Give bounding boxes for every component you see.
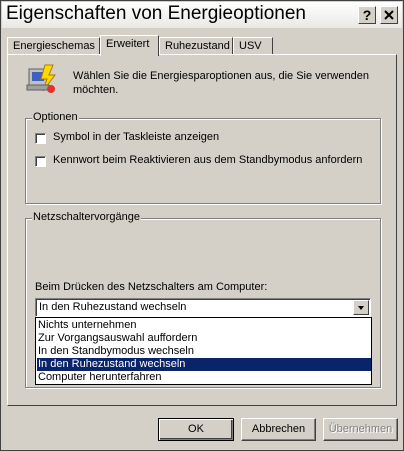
password-label[interactable]: Kennwort beim Reaktivieren aus dem Stand… <box>53 154 362 166</box>
dialog-window: Eigenschaften von Energieoptionen ? Ener… <box>0 0 404 451</box>
power-button-select[interactable]: In den Ruhezustand wechseln <box>35 298 371 317</box>
intro-text-line1: Wählen Sie die Energiesparoptionen aus, … <box>73 70 369 82</box>
tab-energieschemas[interactable]: Energieschemas <box>7 37 100 55</box>
taskbar-icon-label[interactable]: Symbol in der Taskleiste anzeigen <box>53 131 219 143</box>
dropdown-option-hibernate[interactable]: In den Ruhezustand wechseln <box>37 358 371 371</box>
power-options-icon <box>26 64 56 93</box>
intro-text-line2: möchten. <box>73 84 119 96</box>
tab-ruhezustand[interactable]: Ruhezustand <box>159 37 233 55</box>
power-button-prompt: Beim Drücken des Netzschalters am Comput… <box>35 281 268 293</box>
ok-button[interactable]: OK <box>158 418 234 441</box>
close-icon <box>384 10 394 20</box>
cancel-button[interactable]: Abbrechen <box>241 418 316 441</box>
tab-erweitert[interactable]: Erweitert <box>100 35 159 56</box>
chevron-down-icon <box>358 306 364 310</box>
dropdown-option-standby[interactable]: In den Standbymodus wechseln <box>37 345 371 358</box>
dropdown-option-nothing[interactable]: Nichts unternehmen <box>37 319 371 332</box>
window-title: Eigenschaften von Energieoptionen <box>6 3 307 24</box>
dropdown-option-ask[interactable]: Zur Vorgangsauswahl auffordern <box>37 332 371 345</box>
tab-usv[interactable]: USV <box>233 37 273 55</box>
power-button-dropdown-list: Nichts unternehmen Zur Vorgangsauswahl a… <box>35 317 372 385</box>
power-button-select-value: In den Ruhezustand wechseln <box>39 301 187 313</box>
options-legend: Optionen <box>32 111 79 123</box>
apply-button[interactable]: Übernehmen <box>323 418 398 441</box>
title-bar[interactable]: Eigenschaften von Energieoptionen ? <box>2 2 402 28</box>
close-button[interactable] <box>380 6 398 24</box>
help-button[interactable]: ? <box>358 6 376 24</box>
taskbar-icon-checkbox[interactable] <box>35 133 46 144</box>
dropdown-button[interactable] <box>353 300 369 315</box>
dropdown-option-shutdown[interactable]: Computer herunterfahren <box>37 371 371 384</box>
power-button-legend: Netzschaltervorgänge <box>32 211 142 223</box>
password-checkbox[interactable] <box>35 156 46 167</box>
